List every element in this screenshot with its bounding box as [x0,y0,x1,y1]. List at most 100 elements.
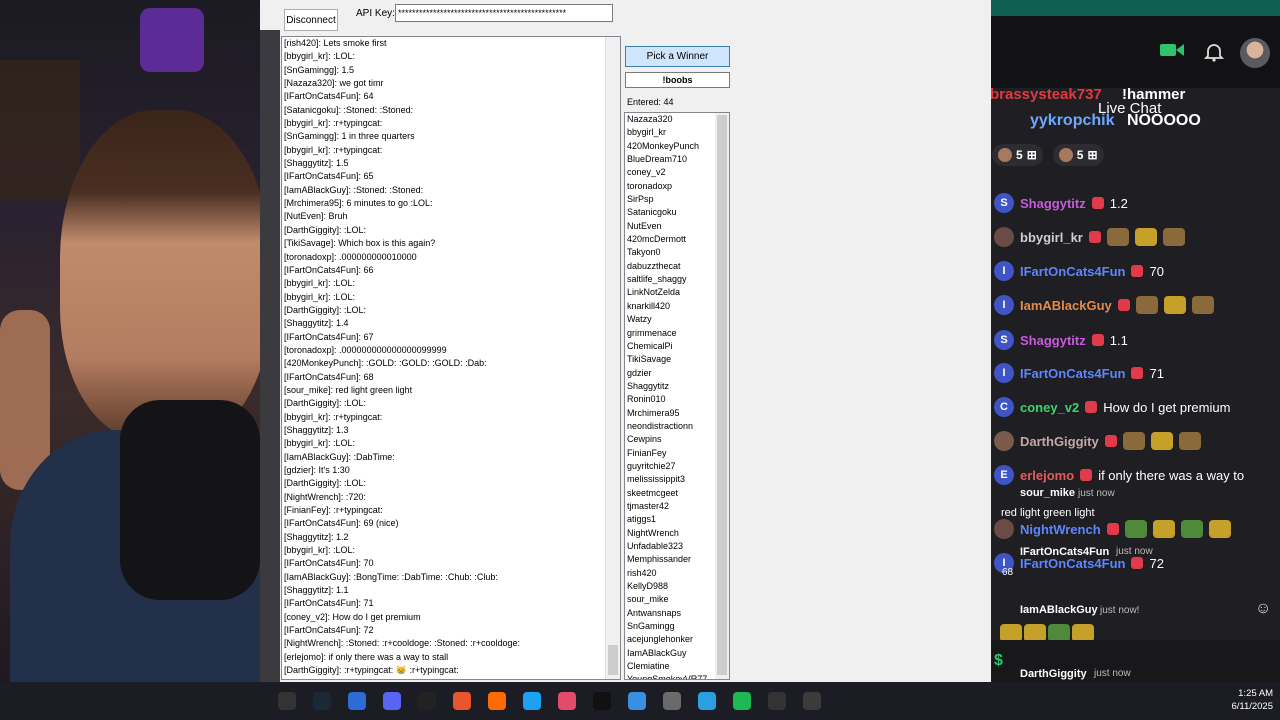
entrant-item[interactable]: TikiSavage [625,353,729,366]
entrant-item[interactable]: guyritchie27 [625,460,729,473]
chat-log-lines: [rish420]: Lets smoke first [bbygirl_kr]:… [282,37,620,678]
entrant-item[interactable]: Clemiatine [625,660,729,673]
chat-message: 68 [1002,567,1014,578]
taskbar-app-icon[interactable] [523,692,541,710]
entrant-item[interactable]: BlueDream710 [625,153,729,166]
entrants-list[interactable]: Nazaza320 bbygirl_kr 420MonkeyPunch BlueDre… [624,112,730,680]
entrant-item[interactable]: KellyD988 [625,580,729,593]
entrants-scrollbar[interactable] [715,113,729,679]
emoji-icon[interactable]: ☺ [1255,600,1271,618]
entrant-item[interactable]: ChemicalPi [625,340,729,353]
chat-username[interactable]: erlejomo [1020,468,1074,483]
chat-log-line: [Shaggytitz]: 1.5 [284,158,349,169]
entrant-item[interactable]: neondistractionn [625,420,729,433]
taskbar-app-icon[interactable] [453,692,471,710]
entrant-item[interactable]: bbygirl_kr [625,126,729,139]
sub-badge [1131,367,1144,379]
entrant-item[interactable]: 420mcDermott [625,233,729,246]
entrant-item[interactable]: Antwansnaps [625,607,729,620]
entrant-item[interactable]: rish420 [625,567,729,580]
chat-log-line: [IamABlackGuy]: :DabTime: [284,451,395,462]
api-key-label: API Key: [356,8,395,19]
entrant-item[interactable]: sour_mike [625,593,729,606]
entrant-item[interactable]: tjmaster42 [625,500,729,513]
entrant-item[interactable]: Watzy [625,313,729,326]
taskbar-app-icon[interactable] [593,692,611,710]
taskbar-app-icon[interactable] [803,692,821,710]
disconnect-button[interactable]: Disconnect [284,9,338,31]
chat-username[interactable]: bbygirl_kr [1020,230,1083,245]
taskbar-app-icon[interactable] [383,692,401,710]
entrant-item[interactable]: dabuzzthecat [625,260,729,273]
chat-log-list[interactable]: [rish420]: Lets smoke first [bbygirl_kr]:… [281,36,621,680]
entrant-item[interactable]: Cewpins [625,433,729,446]
emote [1135,296,1158,314]
bell-icon[interactable] [1204,42,1224,62]
dollar-icon[interactable]: $ [994,652,1003,670]
entrant-item[interactable]: knarkill420 [625,300,729,313]
entrant-item[interactable]: saltlife_shaggy [625,273,729,286]
entrant-item[interactable]: FinianFey [625,447,729,460]
api-key-input[interactable]: ****************************************… [395,4,613,22]
entrant-item[interactable]: Takyon0 [625,246,729,259]
clock-date[interactable]: 6/11/2025 [1225,701,1273,712]
gift-badge: 5 ⊞ [1052,144,1104,166]
entrant-item[interactable]: NightWrench [625,527,729,540]
taskbar-app-icon[interactable] [488,692,506,710]
entrant-item[interactable]: acejunglehonker [625,633,729,646]
entrant-item[interactable]: Ronin010 [625,393,729,406]
taskbar-app-icon[interactable] [418,692,436,710]
entrant-item[interactable]: melississippit3 [625,473,729,486]
entrant-item[interactable]: Shaggytitz [625,380,729,393]
keyword-input[interactable]: !boobs [625,72,730,88]
taskbar-app-icon[interactable] [698,692,716,710]
pick-winner-button[interactable]: Pick a Winner [625,46,730,67]
chat-log-scrollbar[interactable] [605,37,620,679]
entrant-item[interactable]: 420MonkeyPunch [625,140,729,153]
chat-username[interactable]: IFartOnCats4Fun [1020,366,1125,381]
entrant-item[interactable]: grimmenace [625,327,729,340]
clock-time[interactable]: 1:25 AM [1225,688,1273,699]
chat-log-scroll-thumb[interactable] [608,645,618,675]
taskbar-app-icon[interactable] [628,692,646,710]
chat-username[interactable]: Shaggytitz [1020,196,1086,211]
entrant-item[interactable]: Mrchimera95 [625,407,729,420]
entrant-item[interactable]: gdzier [625,367,729,380]
chat-log-line: [IFartOnCats4Fun]: 64 [284,91,374,102]
entrant-item[interactable]: Memphissander [625,553,729,566]
entrant-item[interactable]: Unfadable323 [625,540,729,553]
chat-log-line: [DarthGiggity]: :LOL: [284,224,367,235]
entrant-item[interactable]: skeetmcgeet [625,487,729,500]
camera-icon[interactable] [1160,42,1184,58]
chat-username[interactable]: Shaggytitz [1020,333,1086,348]
chat-username[interactable]: coney_v2 [1020,400,1079,415]
entrant-item[interactable]: SnGamingg [625,620,729,633]
emote [1208,520,1231,538]
entrant-item[interactable]: coney_v2 [625,166,729,179]
taskbar-app-icon[interactable] [768,692,786,710]
entrant-item[interactable]: SirPsp [625,193,729,206]
avatar[interactable] [1240,38,1270,68]
webcam-feed [0,0,262,720]
entrant-item[interactable]: NutEven [625,220,729,233]
taskbar-app-icon[interactable] [348,692,366,710]
entrant-item[interactable]: IamABlackGuy [625,647,729,660]
gift-icon: ⊞ [1087,148,1098,162]
taskbar-app-icon[interactable] [663,692,681,710]
chat-username[interactable]: IFartOnCats4Fun [1020,264,1125,279]
entrant-item[interactable]: Nazaza320 [625,113,729,126]
entrant-item[interactable]: LinkNotZelda [625,286,729,299]
chat-username[interactable]: IamABlackGuy [1020,298,1112,313]
chat-log-line: [IFartOnCats4Fun]: 70 [284,558,374,569]
entrant-item[interactable]: Satanicgoku [625,206,729,219]
taskbar-app-icon[interactable] [313,692,331,710]
chat-avatar [994,431,1014,451]
chat-username[interactable]: DarthGiggity [1020,434,1099,449]
entrants-scroll-thumb[interactable] [717,115,727,675]
entrant-item[interactable]: toronadoxp [625,180,729,193]
taskbar-app-icon[interactable] [278,692,296,710]
entrant-item[interactable]: YoungSmokeyVR77 [625,673,729,679]
taskbar-app-icon[interactable] [558,692,576,710]
entrant-item[interactable]: atiggs1 [625,513,729,526]
taskbar-app-icon[interactable] [733,692,751,710]
